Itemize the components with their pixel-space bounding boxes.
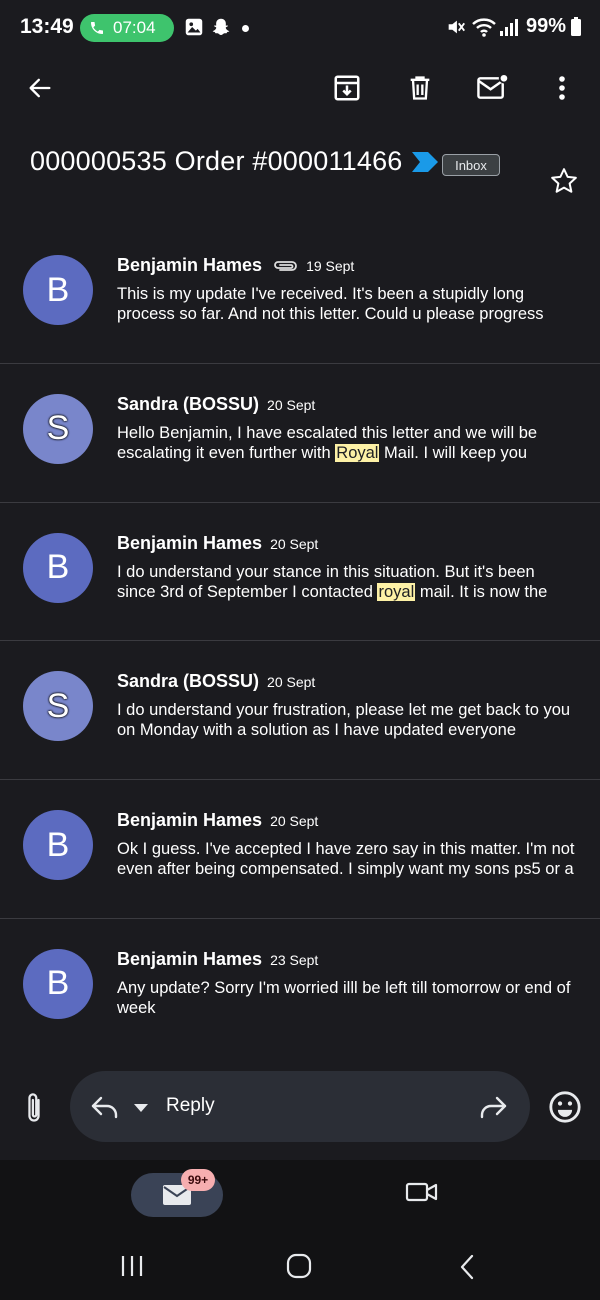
message-snippet: Hello Benjamin, I have escalated this le… [117,423,577,463]
message-row[interactable]: S Sandra (BOSSU) 20 Sept I do understand… [0,641,600,781]
chevron-left-icon [460,1254,474,1280]
delete-button[interactable] [396,64,444,112]
avatar[interactable]: S [23,671,93,742]
message-date: 20 Sept [270,813,319,830]
status-time: 13:49 [20,15,74,38]
search-highlight: royal [377,582,416,601]
video-camera-icon [405,1182,438,1202]
message-date: 20 Sept [270,535,319,552]
thread-subject: 000000535 Order #000011466 [30,146,403,176]
message-list: B Benjamin Hames 19 Sept This is my upda… [0,225,600,1058]
mark-unread-button[interactable] [469,64,517,112]
reply-bar[interactable]: Reply [70,1071,530,1142]
smiley-icon [549,1091,581,1123]
paperclip-icon [28,1093,40,1122]
message-snippet: This is my update I've received. It's be… [117,285,544,323]
reply-icon[interactable] [90,1094,120,1120]
back-button[interactable] [16,64,64,112]
message-snippet: Any update? Sorry I'm worried illl be le… [117,978,571,1017]
recents-icon [121,1256,143,1276]
battery-icon [571,17,581,36]
importance-marker-icon [412,152,438,172]
search-highlight: Royal [335,443,380,462]
trash-icon [410,76,430,100]
notification-dot [242,25,249,32]
avatar[interactable]: B [23,810,93,881]
attach-button[interactable] [20,1091,48,1130]
message-row[interactable]: S Sandra (BOSSU) 20 Sept Hello Benjamin,… [0,364,600,503]
sender-name: Benjamin Hames [117,810,263,831]
message-snippet: I do understand your stance in this situ… [117,562,577,602]
signal-icon [500,19,518,36]
ongoing-call-chip[interactable]: 07:04 [80,14,174,42]
emoji-reaction-button[interactable] [548,1090,582,1129]
inbox-label-chip[interactable]: Inbox [442,154,500,176]
caret-down-icon[interactable] [133,1103,149,1113]
avatar[interactable]: B [23,532,93,603]
forward-icon[interactable] [478,1094,508,1120]
archive-icon [334,75,360,101]
message-date: 20 Sept [267,396,316,413]
snapchat-icon [212,18,230,35]
sender-name: Benjamin Hames [117,532,263,553]
status-bar: 13:49 07:04 99% [0,0,600,56]
bottom-navigation: 99+ [0,1160,600,1300]
avatar[interactable]: B [23,948,93,1019]
more-vert-icon [559,76,565,100]
reply-label[interactable]: Reply [166,1095,215,1117]
recent-apps-button[interactable] [120,1253,144,1284]
message-row[interactable]: B Benjamin Hames 20 Sept Ok I guess. I'v… [0,780,600,919]
phone-icon [91,22,103,34]
battery-percent: 99% [526,15,567,37]
wifi-icon [472,18,496,37]
message-date: 23 Sept [270,951,319,968]
sender-name: Benjamin Hames [117,255,263,275]
more-options-button[interactable] [538,64,586,112]
star-icon [551,168,577,193]
arrow-left-icon [29,78,51,98]
star-button[interactable] [549,166,579,201]
attachment-icon [274,260,297,271]
avatar[interactable]: S [23,393,93,464]
message-snippet: Ok I guess. I've accepted I have zero sa… [117,840,575,879]
sender-name: Sandra (BOSSU) [117,393,260,414]
home-button[interactable] [286,1253,312,1284]
snippet-text: mail. It is now the [415,582,548,601]
call-timer: 07:04 [113,18,156,37]
mute-icon [448,20,465,34]
message-row[interactable]: B Benjamin Hames 19 Sept This is my upda… [0,225,600,364]
mark-unread-icon [477,73,510,99]
message-date: 19 Sept [306,258,355,274]
system-back-button[interactable] [458,1253,476,1286]
avatar[interactable]: B [23,255,93,325]
sender-name: Benjamin Hames [117,948,263,969]
gallery-icon [185,18,203,36]
sender-name: Sandra (BOSSU) [117,671,260,692]
archive-button[interactable] [323,64,371,112]
tab-meet[interactable] [405,1178,439,1211]
message-date: 20 Sept [267,674,316,691]
message-row[interactable]: B Benjamin Hames 20 Sept I do understand… [0,503,600,642]
unread-count-badge: 99+ [181,1169,215,1191]
message-row[interactable]: B Benjamin Hames 23 Sept Any update? Sor… [0,919,600,1058]
thread-toolbar [0,64,600,114]
message-snippet: I do understand your frustration, please… [117,701,571,740]
snippet-text: Mail. I will keep you [379,443,528,462]
home-icon [286,1253,312,1279]
